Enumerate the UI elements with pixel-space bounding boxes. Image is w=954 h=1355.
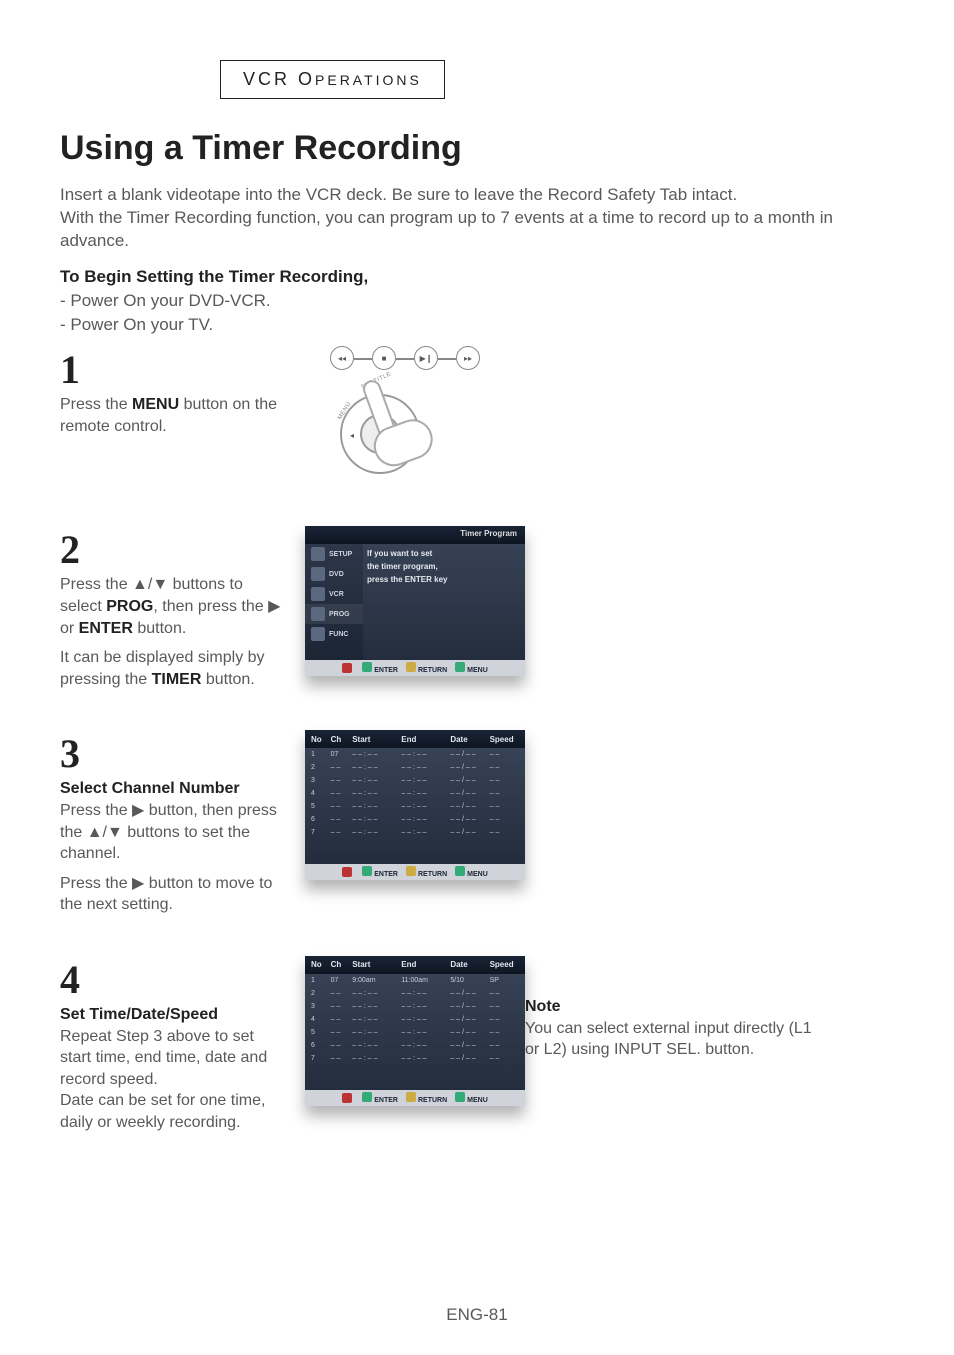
note-body: You can select external input directly (… bbox=[525, 1020, 812, 1059]
intro-line-2: With the Timer Recording function, you c… bbox=[60, 208, 833, 250]
section-header-text: VCR OPERATIONS bbox=[243, 69, 422, 89]
osd-timer-table-step4: No Ch Start End Date Speed 1079:00am11:0… bbox=[305, 956, 505, 1106]
remote-next-button: ▸▸ bbox=[456, 346, 480, 370]
osd-footer: ENTER RETURN MENU bbox=[305, 864, 525, 880]
dot-icon bbox=[362, 1092, 372, 1102]
osd-timer-table-step3: No Ch Start End Date Speed 107– – : – ––… bbox=[305, 730, 505, 880]
begin-bullets: - Power On your DVD-VCR. - Power On your… bbox=[60, 289, 894, 337]
table-row: 5– –– – : – –– – : – –– – / – –– – bbox=[305, 800, 525, 813]
table-row: 4– –– – : – –– – : – –– – / – –– – bbox=[305, 787, 525, 800]
osd-menu-setup: SETUP bbox=[305, 544, 363, 564]
note-heading: Note bbox=[525, 996, 825, 1018]
osd-footer: ENTER RETURN MENU bbox=[305, 1090, 525, 1106]
osd-msg-1: If you want to set bbox=[367, 548, 519, 561]
osd-table-header: No Ch Start End Date Speed bbox=[305, 730, 525, 748]
dot-icon bbox=[455, 866, 465, 876]
table-row: 1079:00am11:00am5/10SP bbox=[305, 974, 525, 987]
step-1-body: Press the MENU button on the remote cont… bbox=[60, 394, 285, 437]
step-1-number: 1 bbox=[60, 350, 285, 390]
dot-icon bbox=[362, 866, 372, 876]
table-row: 3– –– – : – –– – : – –– – / – –– – bbox=[305, 1000, 525, 1013]
step-3-body: Select Channel Number Press the ▶ button… bbox=[60, 778, 285, 916]
intro-line-1: Insert a blank videotape into the VCR de… bbox=[60, 185, 737, 204]
dot-icon bbox=[342, 663, 352, 673]
step-1: 1 Press the MENU button on the remote co… bbox=[60, 346, 894, 486]
table-row: 7– –– – : – –– – : – –– – / – –– – bbox=[305, 826, 525, 839]
step-4: 4 Set Time/Date/Speed Repeat Step 3 abov… bbox=[60, 956, 894, 1134]
section-header-box: VCR OPERATIONS bbox=[220, 60, 445, 99]
remote-prev-button: ◂◂ bbox=[330, 346, 354, 370]
osd-title: Timer Program bbox=[305, 526, 525, 544]
note-block: Note You can select external input direc… bbox=[525, 956, 825, 1061]
osd-msg-3: press the ENTER key bbox=[367, 574, 519, 587]
osd-table-header: No Ch Start End Date Speed bbox=[305, 956, 525, 974]
osd-menu-vcr: VCR bbox=[305, 584, 363, 604]
osd-menu-prog: PROG bbox=[305, 604, 363, 624]
dot-icon bbox=[342, 867, 352, 877]
dot-icon bbox=[362, 662, 372, 672]
step-3: 3 Select Channel Number Press the ▶ butt… bbox=[60, 730, 894, 916]
remote-stop-button: ■ bbox=[372, 346, 396, 370]
dot-icon bbox=[406, 662, 416, 672]
step-4-number: 4 bbox=[60, 960, 285, 1000]
table-row: 6– –– – : – –– – : – –– – / – –– – bbox=[305, 813, 525, 826]
dot-icon bbox=[455, 1092, 465, 1102]
begin-line-1: - Power On your DVD-VCR. bbox=[60, 291, 271, 310]
table-row: 3– –– – : – –– – : – –– – / – –– – bbox=[305, 774, 525, 787]
osd-menu-func: FUNC bbox=[305, 624, 363, 644]
osd-timer-program-menu: Timer Program SETUP DVD VCR PROG FUNC If… bbox=[305, 526, 505, 676]
begin-line-2: - Power On your TV. bbox=[60, 315, 213, 334]
step-3-number: 3 bbox=[60, 734, 285, 774]
step-2-number: 2 bbox=[60, 530, 285, 570]
begin-heading: To Begin Setting the Timer Recording, bbox=[60, 267, 894, 287]
table-row: 6– –– – : – –– – : – –– – / – –– – bbox=[305, 1039, 525, 1052]
table-row: 107– – : – –– – : – –– – / – –– – bbox=[305, 748, 525, 761]
table-row: 5– –– – : – –– – : – –– – / – –– – bbox=[305, 1026, 525, 1039]
osd-menu-dvd: DVD bbox=[305, 564, 363, 584]
table-row: 2– –– – : – –– – : – –– – / – –– – bbox=[305, 761, 525, 774]
step-4-body: Set Time/Date/Speed Repeat Step 3 above … bbox=[60, 1004, 285, 1134]
step-2-body: Press the ▲/▼ buttons to select PROG, th… bbox=[60, 574, 285, 690]
page-title: Using a Timer Recording bbox=[60, 129, 894, 168]
page-number: ENG-81 bbox=[0, 1305, 954, 1325]
dot-icon bbox=[406, 866, 416, 876]
table-row: 7– –– – : – –– – : – –– – / – –– – bbox=[305, 1052, 525, 1065]
step-2: 2 Press the ▲/▼ buttons to select PROG, … bbox=[60, 526, 894, 690]
table-row: 2– –– – : – –– – : – –– – / – –– – bbox=[305, 987, 525, 1000]
dot-icon bbox=[342, 1093, 352, 1103]
remote-play-button: ▶❙ bbox=[414, 346, 438, 370]
remote-illustration: ◂◂ ■ ▶❙ ▸▸ SUBTITLE MENU ENTER ◂ ▸ bbox=[305, 346, 505, 486]
dot-icon bbox=[406, 1092, 416, 1102]
dot-icon bbox=[455, 662, 465, 672]
table-row: 4– –– – : – –– – : – –– – / – –– – bbox=[305, 1013, 525, 1026]
osd-msg-2: the timer program, bbox=[367, 561, 519, 574]
osd-footer: ENTER RETURN MENU bbox=[305, 660, 525, 676]
intro-text: Insert a blank videotape into the VCR de… bbox=[60, 184, 894, 253]
